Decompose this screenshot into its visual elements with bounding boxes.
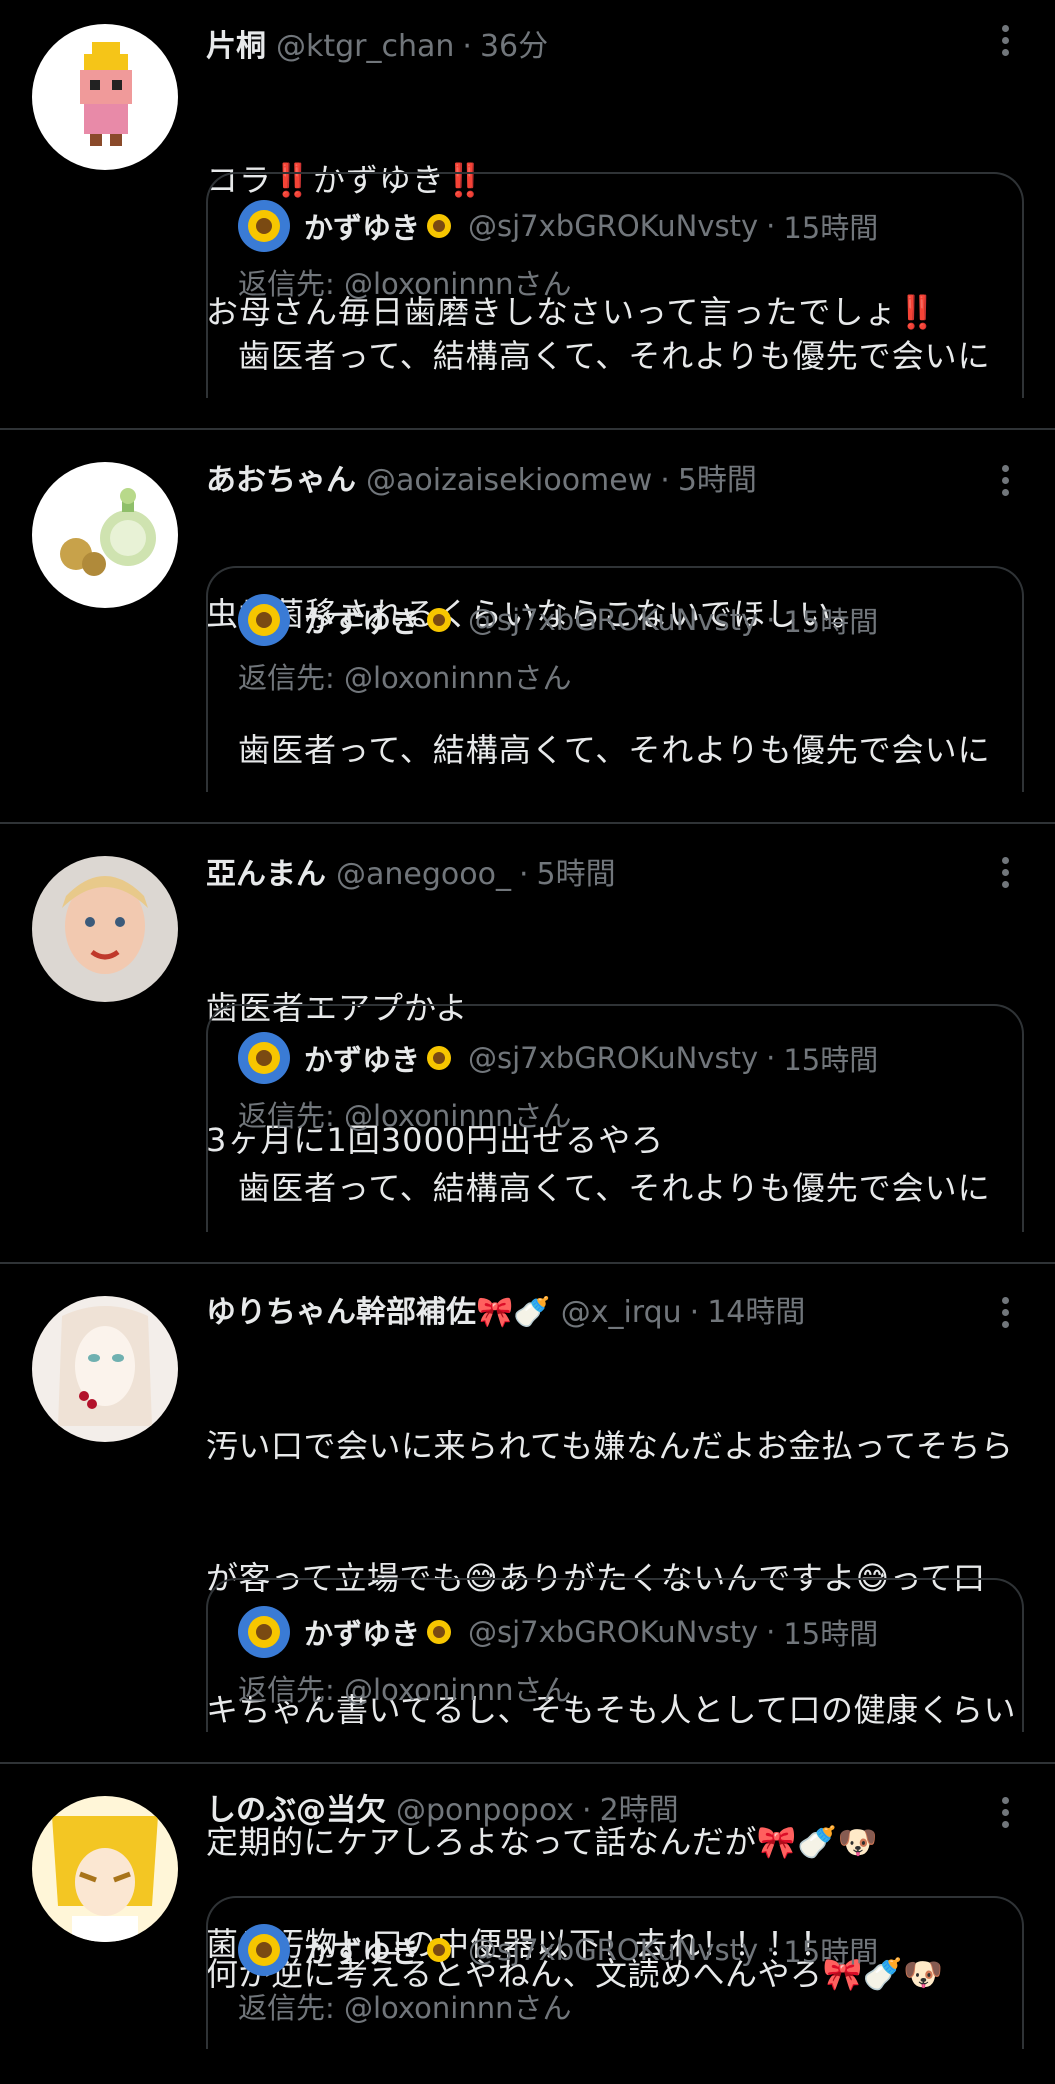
quoted-reply-to: 返信先: @loxoninnnさん (238, 267, 572, 301)
tweet-text-line: 汚い口で会いに来られても嫌なんだよお金払ってそちら (206, 1427, 1014, 1465)
separator-dot: · (689, 1295, 700, 1330)
user-handle[interactable]: @ponpopox (396, 1788, 574, 1834)
separator-dot: · (766, 1041, 776, 1075)
quoted-handle: @sj7xbGROKuNvsty (468, 1615, 759, 1649)
quoted-header: かずゆき @sj7xbGROKuNvsty · 15時間 (238, 200, 1022, 252)
quoted-reply-to: 返信先: @loxoninnnさん (238, 1991, 572, 2025)
quoted-time: 15時間 (783, 605, 879, 639)
quoted-handle: @sj7xbGROKuNvsty (468, 209, 759, 243)
timestamp[interactable]: 14時間 (707, 1290, 805, 1336)
quoted-tweet[interactable]: かずゆき @sj7xbGROKuNvsty · 15時間 返信先: @loxon… (206, 566, 1024, 792)
tweet-header: あおちゃん @aoizaisekioomew · 5時間 (206, 458, 1025, 504)
more-options-icon[interactable] (985, 1792, 1025, 1832)
display-name[interactable]: 亞んまん (206, 852, 326, 898)
quoted-reply-to: 返信先: @loxoninnnさん (238, 1099, 572, 1133)
separator-dot: · (766, 1933, 776, 1967)
quoted-tweet[interactable]: かずゆき @sj7xbGROKuNvsty · 15時間 返信先: @loxon… (206, 1004, 1024, 1232)
avatar-aoizaisekioomew[interactable] (32, 462, 178, 608)
quoted-text: 歯医者って、結構高くて、それよりも優先で会いに (238, 731, 991, 769)
separator-dot: · (518, 857, 529, 892)
quoted-tweet[interactable]: かずゆき @sj7xbGROKuNvsty · 15時間 返信先: @loxon… (206, 172, 1024, 398)
quoted-name: かずゆき (304, 1043, 421, 1077)
quoted-avatar (238, 1606, 290, 1658)
tweet-2[interactable]: あおちゃん @aoizaisekioomew · 5時間 虫歯菌移されるくらいな… (0, 430, 1055, 822)
quoted-name: かずゆき (304, 1617, 421, 1651)
sunflower-icon (424, 1935, 454, 1965)
quoted-header: かずゆき @sj7xbGROKuNvsty · 15時間 (238, 1032, 1022, 1084)
quoted-header: かずゆき @sj7xbGROKuNvsty · 15時間 (238, 1924, 1022, 1976)
sunflower-icon (424, 211, 454, 241)
quoted-name: かずゆき (304, 1935, 421, 1969)
quoted-time: 15時間 (783, 1617, 879, 1651)
quoted-handle: @sj7xbGROKuNvsty (468, 1933, 759, 1967)
timestamp[interactable]: 36分 (480, 24, 548, 70)
avatar-ktgr-chan[interactable] (32, 24, 178, 170)
tweet-header: 片桐 @ktgr_chan · 36分 (206, 24, 1025, 70)
sunflower-icon (424, 1617, 454, 1647)
display-name[interactable]: 片桐 (206, 24, 266, 70)
tweet-4[interactable]: ゆりちゃん幹部補佐🎀🍼 @x_irqu · 14時間 汚い口で会いに来られても嫌… (0, 1264, 1055, 1993)
quoted-header: かずゆき @sj7xbGROKuNvsty · 15時間 (238, 1606, 1022, 1658)
quoted-time: 15時間 (783, 1935, 879, 1969)
more-options-icon[interactable] (985, 20, 1025, 60)
quoted-reply-to: 返信先: @loxoninnnさん (238, 661, 572, 695)
user-handle[interactable]: @ktgr_chan (276, 24, 454, 70)
tweet-header: 亞んまん @anegooo_ · 5時間 (206, 852, 1025, 898)
timestamp[interactable]: 2時間 (600, 1788, 679, 1834)
quoted-header: かずゆき @sj7xbGROKuNvsty · 15時間 (238, 594, 1022, 646)
separator-dot: · (766, 1615, 776, 1649)
display-name[interactable]: しのぶ@当欠 (206, 1788, 386, 1834)
more-options-icon[interactable] (985, 852, 1025, 892)
quoted-avatar (238, 1924, 290, 1976)
quoted-text: 歯医者って、結構高くて、それよりも優先で会いに (238, 1169, 991, 1207)
separator-dot: · (462, 29, 472, 64)
quoted-time: 15時間 (783, 211, 879, 245)
sunflower-icon (424, 1043, 454, 1073)
separator-dot: · (660, 463, 670, 498)
quoted-avatar (238, 594, 290, 646)
quoted-tweet[interactable]: かずゆき @sj7xbGROKuNvsty · 15時間 返信先: @loxon… (206, 1578, 1024, 1732)
separator-dot: · (766, 603, 776, 637)
avatar-anegooo[interactable] (32, 856, 178, 1002)
tweet-header: ゆりちゃん幹部補佐🎀🍼 @x_irqu · 14時間 (206, 1290, 1025, 1336)
quoted-time: 15時間 (783, 1043, 879, 1077)
quoted-reply-to: 返信先: @loxoninnnさん (238, 1673, 572, 1707)
quoted-handle: @sj7xbGROKuNvsty (468, 1041, 759, 1075)
quoted-name: かずゆき (304, 211, 421, 245)
more-options-icon[interactable] (985, 1292, 1025, 1332)
quoted-avatar (238, 1032, 290, 1084)
display-name[interactable]: あおちゃん (206, 458, 356, 504)
tweet-5[interactable]: しのぶ@当欠 @ponpopox · 2時間 菌！汚物！口の中便器以下！去れ！！… (0, 1764, 1055, 2049)
quoted-name: かずゆき (304, 605, 421, 639)
user-handle[interactable]: @anegooo_ (336, 852, 511, 898)
avatar-ponpopox[interactable] (32, 1796, 178, 1942)
quoted-text: 歯医者って、結構高くて、それよりも優先で会いに (238, 337, 991, 375)
more-options-icon[interactable] (985, 460, 1025, 500)
user-handle[interactable]: @aoizaisekioomew (366, 458, 652, 504)
separator-dot: · (582, 1793, 592, 1828)
separator-dot: · (766, 209, 776, 243)
tweet-3[interactable]: 亞んまん @anegooo_ · 5時間 歯医者エアプかよ 3ヶ月に1回3000… (0, 824, 1055, 1262)
quoted-handle: @sj7xbGROKuNvsty (468, 603, 759, 637)
quoted-avatar (238, 200, 290, 252)
quoted-tweet[interactable]: かずゆき @sj7xbGROKuNvsty · 15時間 返信先: @loxon… (206, 1896, 1024, 2049)
timestamp[interactable]: 5時間 (678, 458, 757, 504)
timestamp[interactable]: 5時間 (537, 852, 616, 898)
user-handle[interactable]: @x_irqu (561, 1290, 682, 1336)
avatar-x-irqu[interactable] (32, 1296, 178, 1442)
display-name[interactable]: ゆりちゃん幹部補佐🎀🍼 (206, 1290, 551, 1336)
tweet-header: しのぶ@当欠 @ponpopox · 2時間 (206, 1788, 1025, 1834)
tweet-1[interactable]: 片桐 @ktgr_chan · 36分 コラ‼️かずゆき‼️ お母さん毎日歯磨き… (0, 0, 1055, 428)
sunflower-icon (424, 605, 454, 635)
